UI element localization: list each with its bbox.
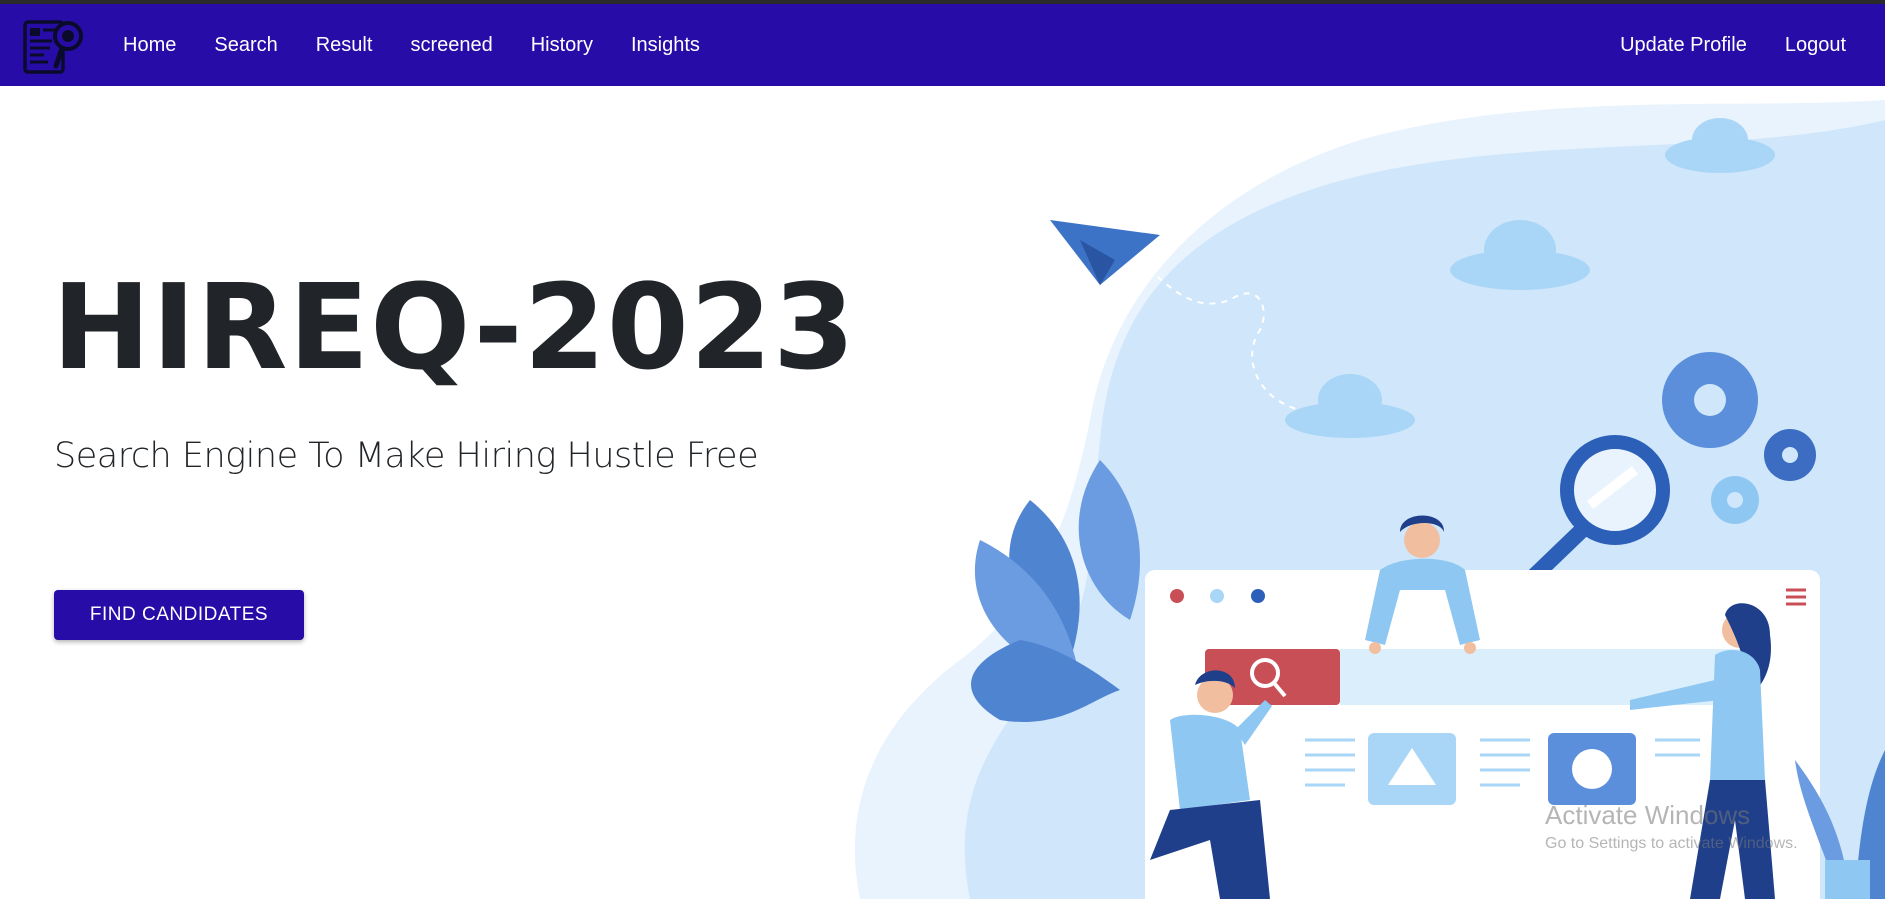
resume-search-icon[interactable]: [20, 16, 90, 76]
nav-link-history[interactable]: History: [512, 34, 612, 57]
nav-link-screened[interactable]: screened: [391, 34, 511, 57]
navbar: Home Search Result screened History Insi…: [0, 4, 1885, 86]
nav-link-result[interactable]: Result: [297, 34, 392, 57]
nav-right-links: Update Profile Logout: [1601, 4, 1865, 86]
watermark-subtitle: Go to Settings to activate Windows.: [1545, 835, 1798, 852]
hero-subtitle: Search Engine To Make Hiring Hustle Free: [54, 436, 759, 476]
nav-link-insights[interactable]: Insights: [612, 34, 719, 57]
watermark-title: Activate Windows: [1545, 800, 1751, 830]
windows-activation-watermark: Activate Windows Go to Settings to activ…: [1545, 800, 1798, 853]
nav-link-update-profile[interactable]: Update Profile: [1601, 34, 1766, 57]
hero-title: HIREQ-2023: [52, 258, 857, 396]
nav-link-home[interactable]: Home: [104, 34, 195, 57]
nav-links: Home Search Result screened History Insi…: [104, 4, 719, 86]
find-candidates-button[interactable]: FIND CANDIDATES: [54, 590, 304, 640]
nav-link-search[interactable]: Search: [195, 34, 296, 57]
recruitment-search-illustration: [840, 100, 1885, 904]
nav-link-logout[interactable]: Logout: [1766, 34, 1865, 57]
